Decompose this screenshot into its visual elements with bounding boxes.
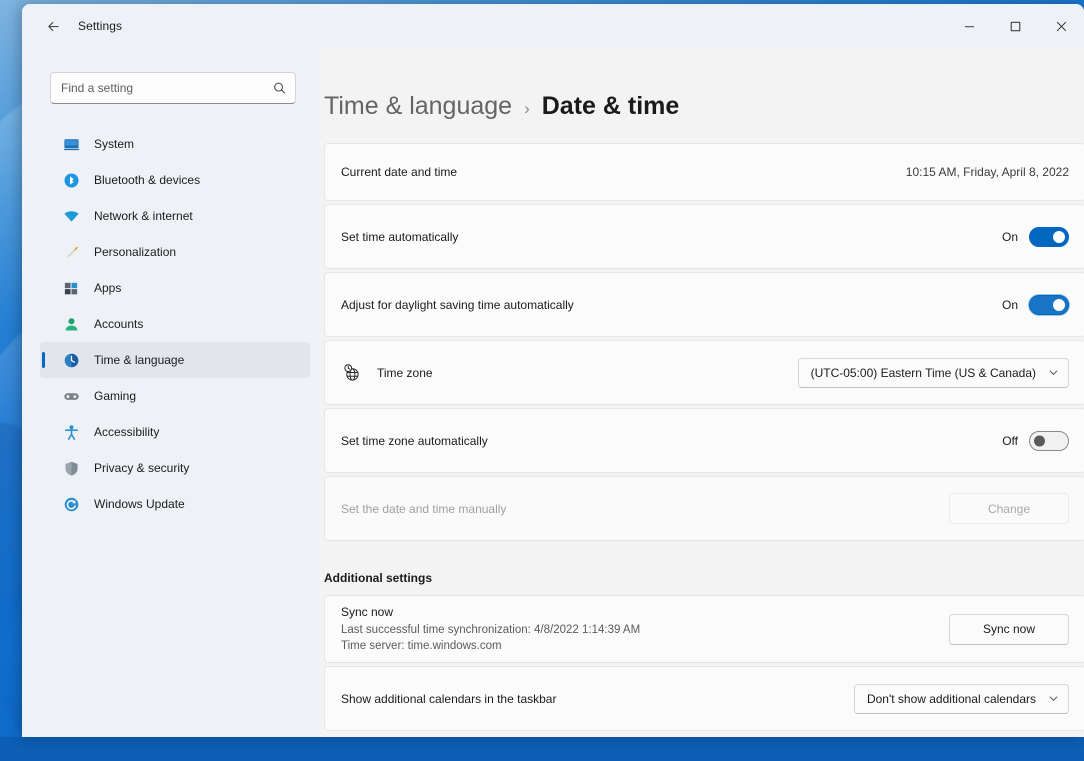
settings-window: Settings [22,4,1084,737]
window-body: System Bluetooth & devices Network & int… [22,48,1084,737]
additional-settings-heading: Additional settings [324,571,1084,585]
timezone-globe-clock-icon [341,363,361,383]
adjust-daylight-saving-control: On [1002,295,1069,315]
page-title: Date & time [542,92,680,121]
content-pane: Time & language › Date & time Current da… [320,48,1084,737]
breadcrumb-parent[interactable]: Time & language [324,92,512,121]
sidebar-item-network-internet[interactable]: Network & internet [40,198,310,234]
network-icon [62,207,80,225]
sidebar-item-label: System [94,137,134,151]
system-icon [62,135,80,153]
toggle-knob [1053,231,1065,243]
set-date-time-manually-row: Set the date and time manually Change [324,476,1084,541]
set-time-zone-automatically-label: Set time zone automatically [341,434,1002,448]
current-date-time-value: 10:15 AM, Friday, April 8, 2022 [906,165,1069,179]
chevron-down-icon [1048,693,1059,704]
time-zone-value: (UTC-05:00) Eastern Time (US & Canada) [811,366,1036,380]
back-arrow-icon[interactable] [36,11,70,41]
set-time-automatically-toggle[interactable] [1029,227,1069,247]
set-time-zone-automatically-control: Off [1002,431,1069,451]
sidebar-item-windows-update[interactable]: Windows Update [40,486,310,522]
sidebar-item-system[interactable]: System [40,126,310,162]
shield-icon [62,459,80,477]
sidebar-item-bluetooth-devices[interactable]: Bluetooth & devices [40,162,310,198]
sync-now-text: Sync now Last successful time synchroniz… [341,605,949,654]
sidebar-item-privacy-security[interactable]: Privacy & security [40,450,310,486]
personalization-brush-icon [62,243,80,261]
set-time-zone-automatically-toggle[interactable] [1029,431,1069,451]
toggle-state-text: Off [1002,434,1018,448]
search-box[interactable] [50,72,296,104]
sidebar-item-label: Personalization [94,245,176,259]
accounts-person-icon [62,315,80,333]
change-button: Change [949,493,1069,524]
window-controls [946,4,1084,48]
last-sync-text: Last successful time synchronization: 4/… [341,622,949,638]
app-title: Settings [78,19,122,33]
adjust-daylight-saving-toggle[interactable] [1029,295,1069,315]
time-zone-label: Time zone [377,366,798,380]
additional-calendars-value: Don't show additional calendars [867,692,1036,706]
additional-calendars-row: Show additional calendars in the taskbar… [324,666,1084,731]
title-bar: Settings [22,4,1084,48]
sidebar-item-gaming[interactable]: Gaming [40,378,310,414]
sidebar-item-accessibility[interactable]: Accessibility [40,414,310,450]
time-zone-row: Time zone (UTC-05:00) Eastern Time (US &… [324,340,1084,405]
time-server-text: Time server: time.windows.com [341,638,949,654]
windows-update-refresh-icon [62,495,80,513]
sidebar-item-apps[interactable]: Apps [40,270,310,306]
maximize-icon[interactable] [992,4,1038,48]
sidebar: System Bluetooth & devices Network & int… [22,48,320,737]
sync-now-row: Sync now Last successful time synchroniz… [324,595,1084,663]
gaming-controller-icon [62,387,80,405]
sidebar-item-label: Bluetooth & devices [94,173,200,187]
adjust-daylight-saving-label: Adjust for daylight saving time automati… [341,298,1002,312]
set-time-automatically-control: On [1002,227,1069,247]
current-date-time-row: Current date and time 10:15 AM, Friday, … [324,143,1084,201]
sync-now-button[interactable]: Sync now [949,614,1069,645]
toggle-state-text: On [1002,230,1018,244]
bluetooth-icon [62,171,80,189]
toggle-state-text: On [1002,298,1018,312]
additional-calendars-label: Show additional calendars in the taskbar [341,692,854,706]
selection-pill [42,352,45,368]
set-time-zone-automatically-row: Set time zone automatically Off [324,408,1084,473]
sidebar-item-label: Gaming [94,389,136,403]
apps-icon [62,279,80,297]
search-icon [273,82,286,95]
search-container [28,72,296,104]
sidebar-nav: System Bluetooth & devices Network & int… [22,126,320,522]
search-input[interactable] [51,73,295,103]
sidebar-item-label: Apps [94,281,121,295]
sync-now-label: Sync now [341,605,949,619]
breadcrumb-separator-icon: › [524,99,530,119]
set-time-automatically-label: Set time automatically [341,230,1002,244]
close-icon[interactable] [1038,4,1084,48]
sidebar-item-accounts[interactable]: Accounts [40,306,310,342]
set-date-time-manually-label: Set the date and time manually [341,502,949,516]
sidebar-item-label: Network & internet [94,209,193,223]
minimize-icon[interactable] [946,4,992,48]
sidebar-item-label: Privacy & security [94,461,189,475]
accessibility-person-icon [62,423,80,441]
time-zone-dropdown[interactable]: (UTC-05:00) Eastern Time (US & Canada) [798,358,1069,388]
time-language-clock-icon [62,351,80,369]
additional-calendars-dropdown[interactable]: Don't show additional calendars [854,684,1069,714]
sidebar-item-label: Windows Update [94,497,185,511]
sidebar-item-label: Accounts [94,317,143,331]
sidebar-item-personalization[interactable]: Personalization [40,234,310,270]
sidebar-item-label: Accessibility [94,425,159,439]
chevron-down-icon [1048,367,1059,378]
set-time-automatically-row: Set time automatically On [324,204,1084,269]
toggle-knob [1053,299,1065,311]
sidebar-item-label: Time & language [94,353,184,367]
adjust-daylight-saving-row: Adjust for daylight saving time automati… [324,272,1084,337]
toggle-knob [1034,435,1045,446]
breadcrumb: Time & language › Date & time [324,48,1084,143]
current-date-time-label: Current date and time [341,165,906,179]
sidebar-item-time-language[interactable]: Time & language [40,342,310,378]
